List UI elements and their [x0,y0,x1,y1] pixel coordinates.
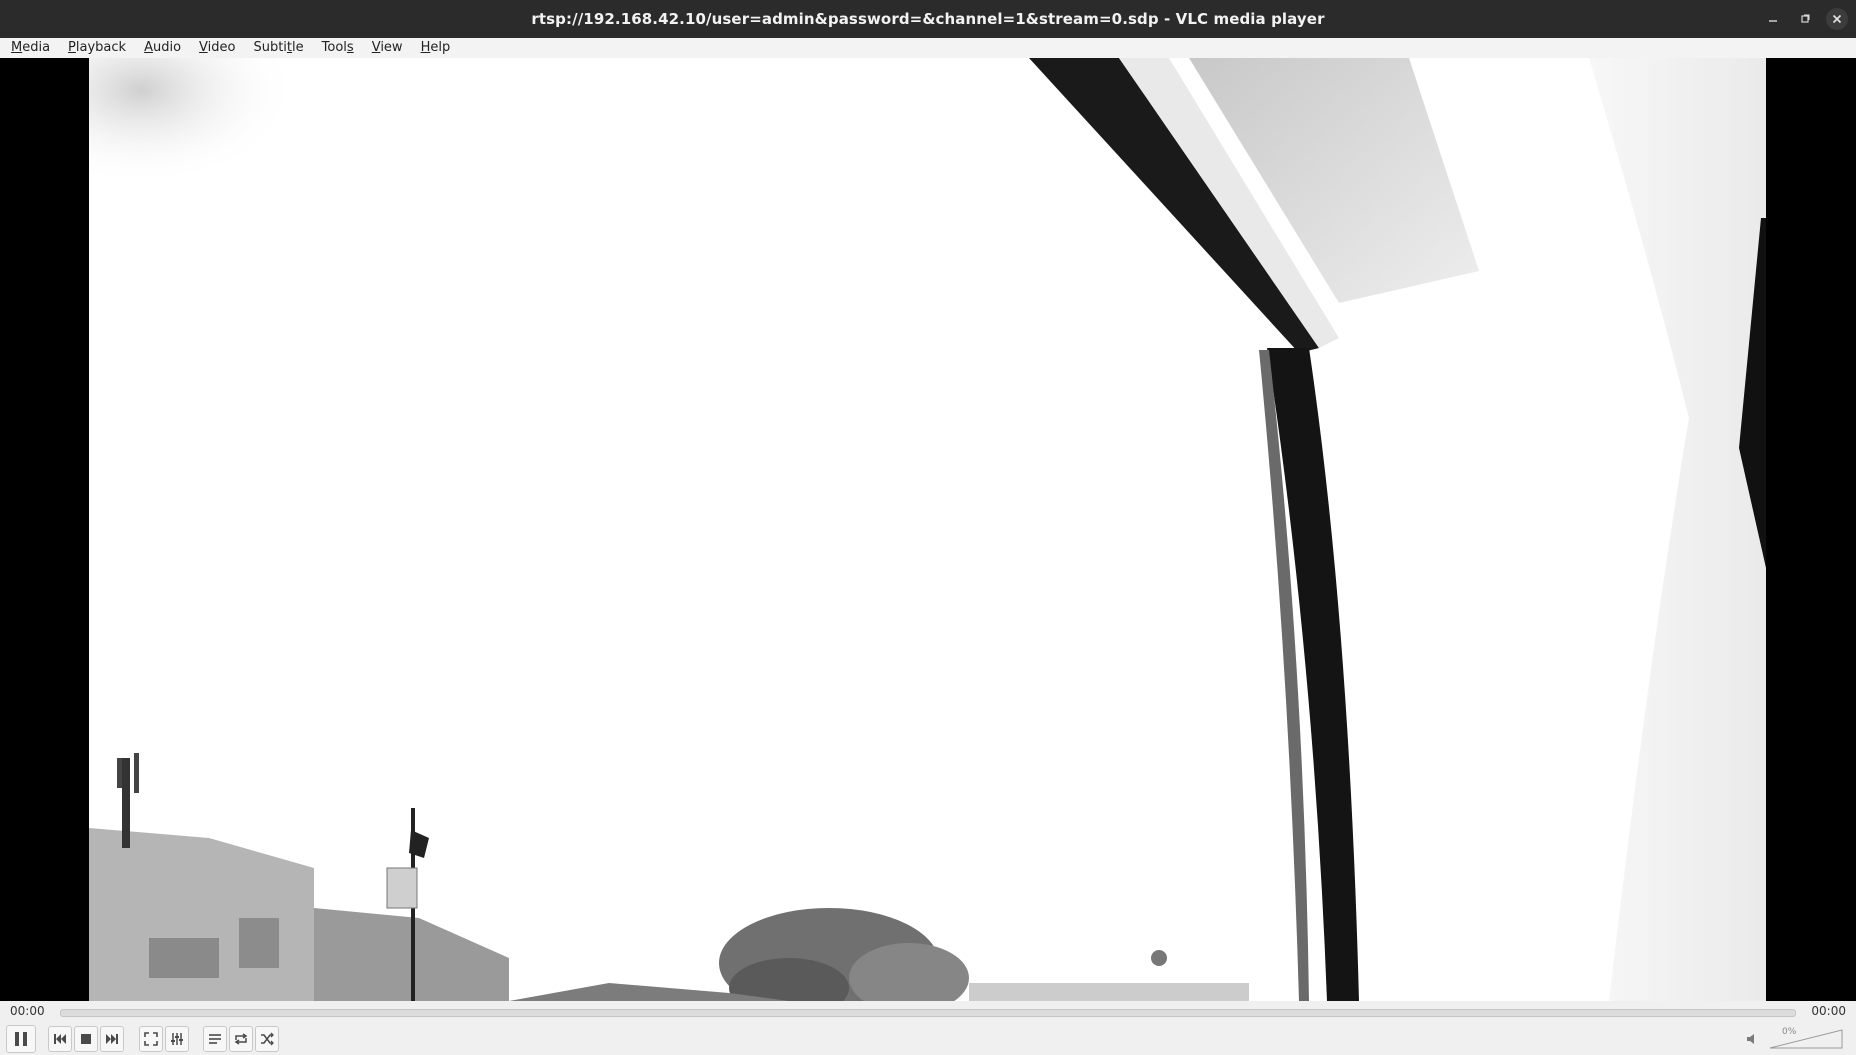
elapsed-time: 00:00 [10,1004,45,1018]
menu-media[interactable]: Media [0,38,57,58]
stop-button[interactable] [74,1026,98,1052]
menu-playback-label: layback [75,40,127,55]
extended-settings-button[interactable] [165,1026,189,1052]
menu-playback[interactable]: Playback [57,38,133,58]
playlist-button[interactable] [203,1026,227,1052]
stop-icon [81,1034,91,1044]
restore-icon [1801,14,1810,23]
menu-video-mnemonic: V [199,40,208,55]
pause-button[interactable] [6,1025,36,1053]
loop-icon [234,1033,248,1045]
menu-media-mnemonic: M [11,40,23,55]
menu-help-label: elp [430,40,451,55]
video-stream-image [89,58,1766,1001]
close-button[interactable] [1826,8,1848,30]
shuffle-icon [261,1032,274,1046]
window-controls [1762,8,1848,30]
menu-video[interactable]: Video [188,38,242,58]
menu-tools[interactable]: Tools [311,38,361,58]
seek-row: 00:00 00:00 [0,1001,1856,1021]
minimize-button[interactable] [1762,8,1784,30]
window-title: rtsp://192.168.42.10/user=admin&password… [531,10,1325,28]
restore-button[interactable] [1794,8,1816,30]
menu-subtitle-post: le [292,40,304,55]
fullscreen-button[interactable] [139,1026,163,1052]
loop-button[interactable] [229,1026,253,1052]
menu-video-label: ideo [207,40,236,55]
menu-tools-pre: Tool [321,40,347,55]
next-icon [106,1034,118,1044]
menu-audio-mnemonic: A [144,40,153,55]
menu-playback-mnemonic: P [68,40,76,55]
shuffle-button[interactable] [255,1026,279,1052]
menu-view[interactable]: View [361,38,410,58]
volume-level: 0% [1782,1027,1797,1037]
menu-audio-label: udio [152,40,182,55]
pause-icon [15,1032,27,1046]
menu-help[interactable]: Help [410,38,458,58]
volume-control: 0% [1746,1027,1846,1049]
menu-bar: Media Playback Audio Video Subtitle Tool… [0,38,1856,59]
fullscreen-icon [144,1032,158,1046]
volume-slider[interactable] [1768,1029,1844,1049]
playlist-icon [209,1034,221,1044]
total-time: 00:00 [1811,1004,1846,1018]
control-bar: 0% [0,1021,1856,1055]
video-area[interactable] [0,58,1856,1001]
previous-button[interactable] [48,1026,72,1052]
menu-view-label: iew [380,40,403,55]
menu-subtitle[interactable]: Subtitle [242,38,310,58]
title-bar: rtsp://192.168.42.10/user=admin&password… [0,0,1856,38]
previous-icon [54,1034,66,1044]
close-icon [1832,14,1842,24]
menu-help-mnemonic: H [420,40,431,55]
seek-slider[interactable] [60,1009,1796,1017]
video-frame [89,58,1766,1001]
menu-audio[interactable]: Audio [133,38,188,58]
speaker-icon[interactable] [1746,1032,1760,1046]
menu-subtitle-pre: Subti [253,40,287,55]
menu-media-label: edia [22,40,51,55]
next-button[interactable] [100,1026,124,1052]
minimize-icon [1769,20,1777,22]
equalizer-icon [171,1033,183,1045]
menu-tools-mnemonic: s [346,40,354,55]
